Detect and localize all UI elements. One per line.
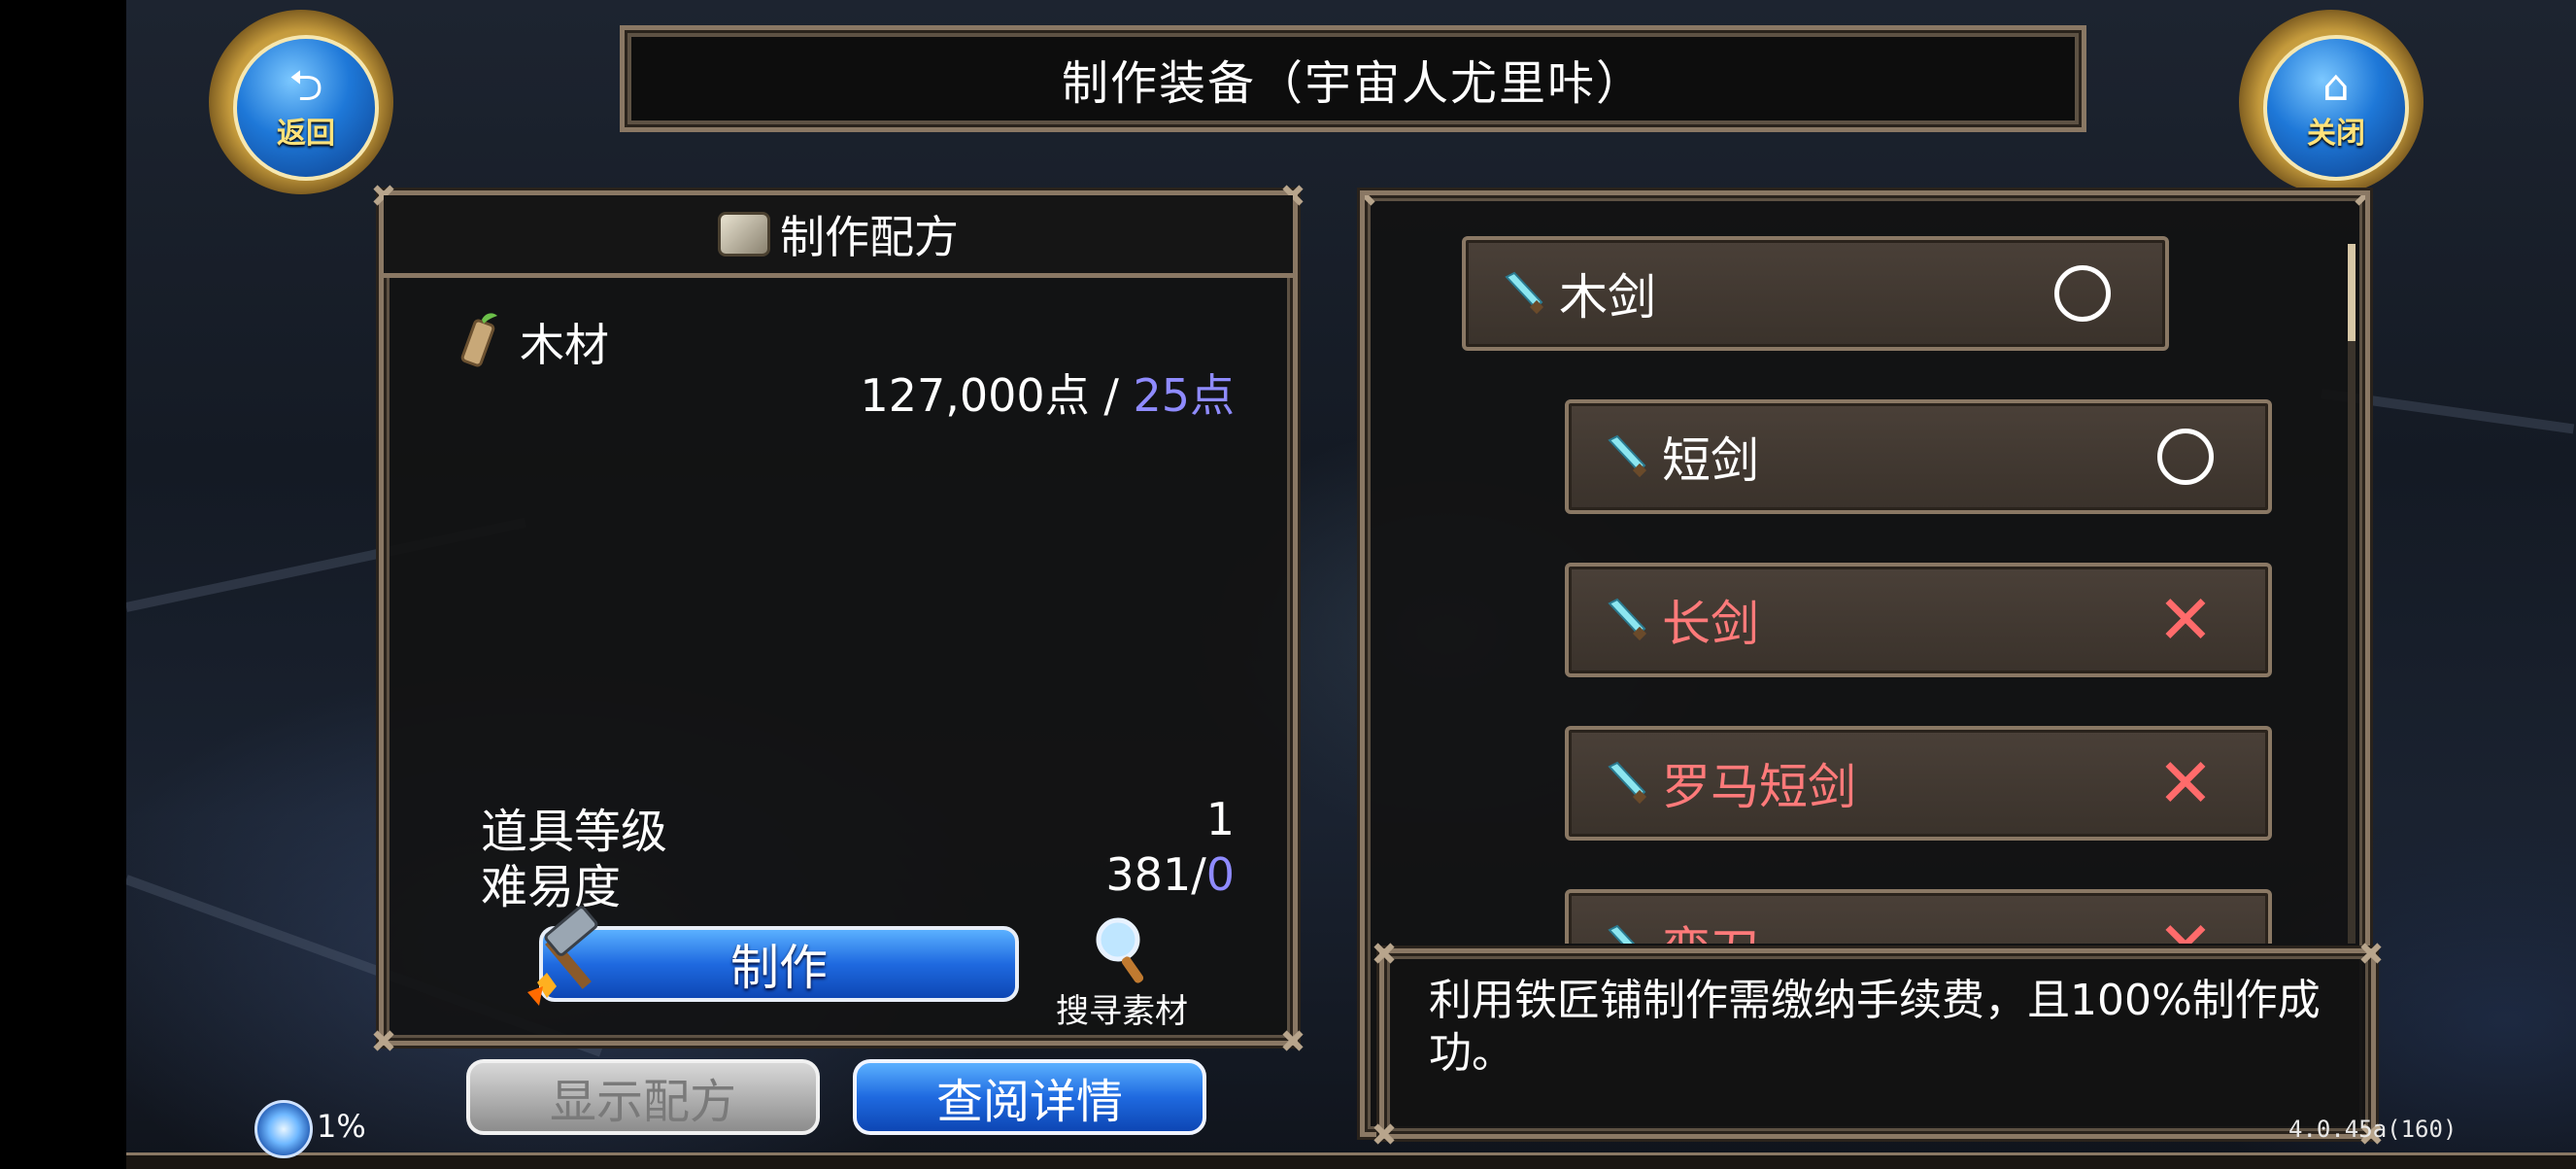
recipe-panel-header: 制作配方: [384, 195, 1293, 278]
material-separator: /: [1089, 369, 1134, 422]
difficulty-number: 381/: [1105, 848, 1206, 901]
x-icon: ✕: [2156, 743, 2215, 823]
back-button[interactable]: ⮌ 返回: [185, 0, 427, 194]
experience-bar: [126, 1152, 2576, 1169]
list-item[interactable]: 弯刀 ✕: [1565, 889, 2272, 944]
craftable-icon: [2152, 423, 2220, 491]
not-craftable-icon: ✕: [2152, 749, 2220, 817]
sword-icon: [1608, 598, 1647, 641]
list-item[interactable]: 木剑: [1462, 236, 2169, 351]
close-label: 关闭: [2307, 117, 2365, 151]
description-panel: 利用铁匠铺制作需缴纳手续费，且100%制作成功。: [1379, 948, 2376, 1139]
sword-icon: [1505, 271, 1544, 315]
view-details-button[interactable]: 查阅详情: [853, 1059, 1206, 1135]
scrollbar-thumb[interactable]: [2348, 244, 2356, 341]
frame-corner: [2350, 932, 2392, 975]
search-material-label[interactable]: 搜寻素材: [1056, 984, 1188, 1032]
frame-corner: [362, 1019, 405, 1062]
experience-orb-icon: [254, 1100, 313, 1158]
magnifier-icon[interactable]: [1093, 914, 1151, 992]
recipe-panel-title: 制作配方: [780, 211, 959, 263]
home-icon: ⌂: [2322, 61, 2350, 111]
circle-icon: [2054, 265, 2111, 322]
list-item[interactable]: 短剑: [1565, 399, 2272, 514]
item-name: 弯刀: [1662, 911, 1759, 944]
item-name: 长剑: [1662, 596, 1759, 652]
view-details-label: 查阅详情: [935, 1075, 1123, 1129]
list-item[interactable]: 罗马短剑 ✕: [1565, 726, 2272, 841]
back-arrow-icon: ⮌: [288, 61, 323, 111]
material-owned: 127,000点: [860, 369, 1090, 422]
sword-icon: [1608, 924, 1636, 944]
wood-material-icon: [460, 313, 497, 367]
craftable-icon: [2049, 259, 2117, 327]
craft-button-label: 制作: [730, 940, 828, 996]
back-orb[interactable]: ⮌ 返回: [233, 35, 379, 181]
frame-corner: [1363, 932, 1406, 975]
frame-corner: [1271, 1019, 1314, 1062]
x-icon: ✕: [2156, 580, 2215, 660]
show-recipe-button[interactable]: 显示配方: [466, 1059, 820, 1135]
difficulty-value: 381/0: [1105, 848, 1235, 901]
material-required: 25点: [1133, 369, 1235, 422]
close-orb[interactable]: ⌂ 关闭: [2263, 35, 2409, 181]
equipment-list[interactable]: 木剑 短剑 长剑 ✕ 罗马短剑 ✕ 弯刀 ✕: [1365, 195, 2365, 944]
item-name: 罗马短剑: [1662, 759, 1856, 815]
hammer-icon: [527, 906, 598, 1006]
experience-percent: 1%: [317, 1108, 366, 1145]
material-name: 木材: [520, 319, 609, 371]
back-label: 返回: [277, 117, 335, 151]
sword-icon: [1608, 761, 1647, 805]
show-recipe-label: 显示配方: [549, 1075, 736, 1129]
window-title-text: 制作装备（宇宙人尤里咔）: [1061, 56, 1644, 111]
sword-icon: [1608, 434, 1647, 478]
item-name: 短剑: [1662, 432, 1759, 489]
not-craftable-icon: ✕: [2152, 912, 2220, 944]
not-craftable-icon: ✕: [2152, 586, 2220, 654]
list-item[interactable]: 长剑 ✕: [1565, 563, 2272, 677]
close-button[interactable]: ⌂ 关闭: [2215, 0, 2457, 194]
x-icon: ✕: [2157, 912, 2215, 944]
recipe-panel: 制作配方 木材 127,000点 / 25点 道具等级 1 难易度 381/0 …: [379, 190, 1298, 1046]
item-name: 木剑: [1559, 269, 1656, 326]
version-label: 4.0.45a(160): [2288, 1116, 2457, 1143]
recipe-scroll-icon: [718, 212, 770, 257]
frame-corner: [1363, 1113, 1406, 1155]
material-count: 127,000点 / 25点: [860, 361, 1235, 425]
item-level-value: 1: [1205, 793, 1235, 845]
window-title: 制作装备（宇宙人尤里咔）: [620, 25, 2086, 132]
difficulty-extra: 0: [1205, 848, 1235, 901]
list-scrollbar[interactable]: [2348, 244, 2356, 944]
description-text: 利用铁匠铺制作需缴纳手续费，且100%制作成功。: [1429, 976, 2321, 1078]
circle-icon: [2157, 429, 2214, 485]
